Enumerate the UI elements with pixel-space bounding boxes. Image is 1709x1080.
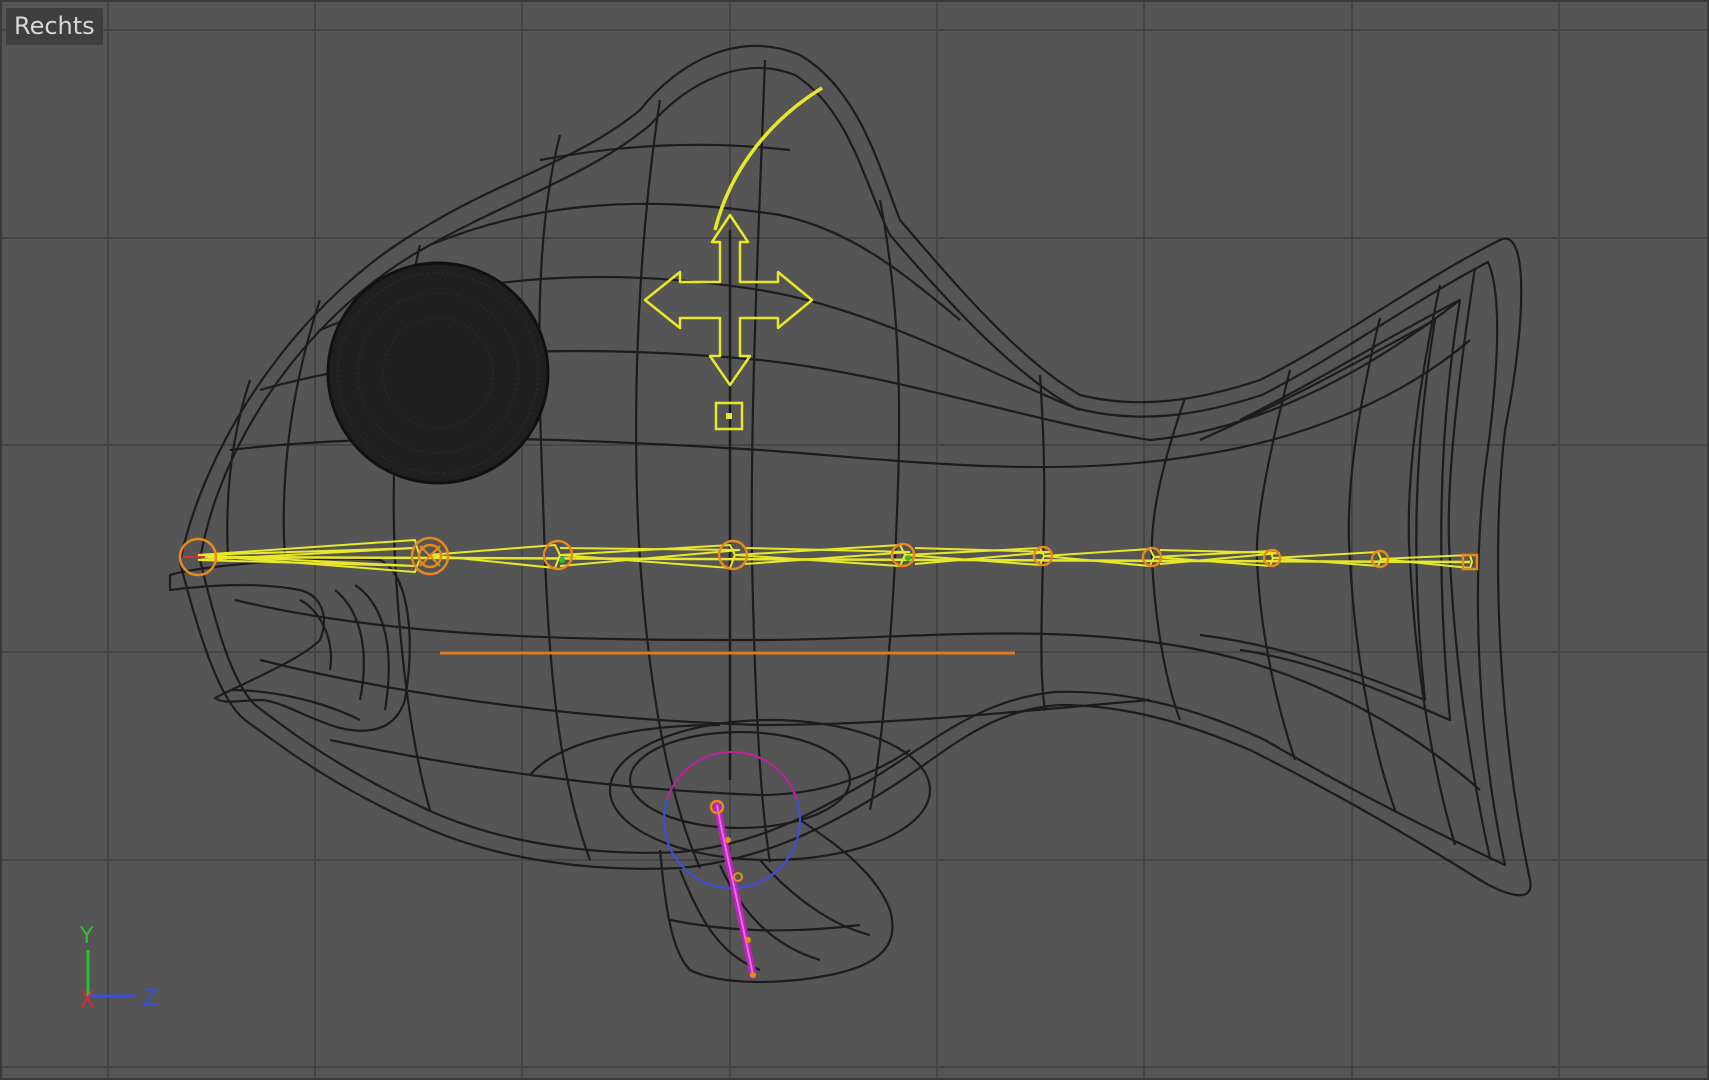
y-axis-label: Y [79, 924, 94, 949]
viewport-border [0, 0, 1709, 1080]
z-axis-label: Z [143, 986, 158, 1011]
x-axis-label: X [80, 988, 95, 1013]
viewport-grid [0, 0, 1709, 1080]
axis-gizmo: Y Z X [79, 924, 158, 1013]
fin-rotation-controller[interactable] [663, 750, 801, 979]
fish-wireframe[interactable] [168, 44, 1532, 984]
move-manipulator-icon[interactable] [643, 213, 814, 387]
viewport-right-view[interactable]: Y Z X Rechts [0, 0, 1709, 1080]
viewport-canvas[interactable]: Y Z X [0, 0, 1709, 1080]
view-name-label[interactable]: Rechts [6, 8, 103, 45]
eye-sphere[interactable] [326, 261, 550, 485]
